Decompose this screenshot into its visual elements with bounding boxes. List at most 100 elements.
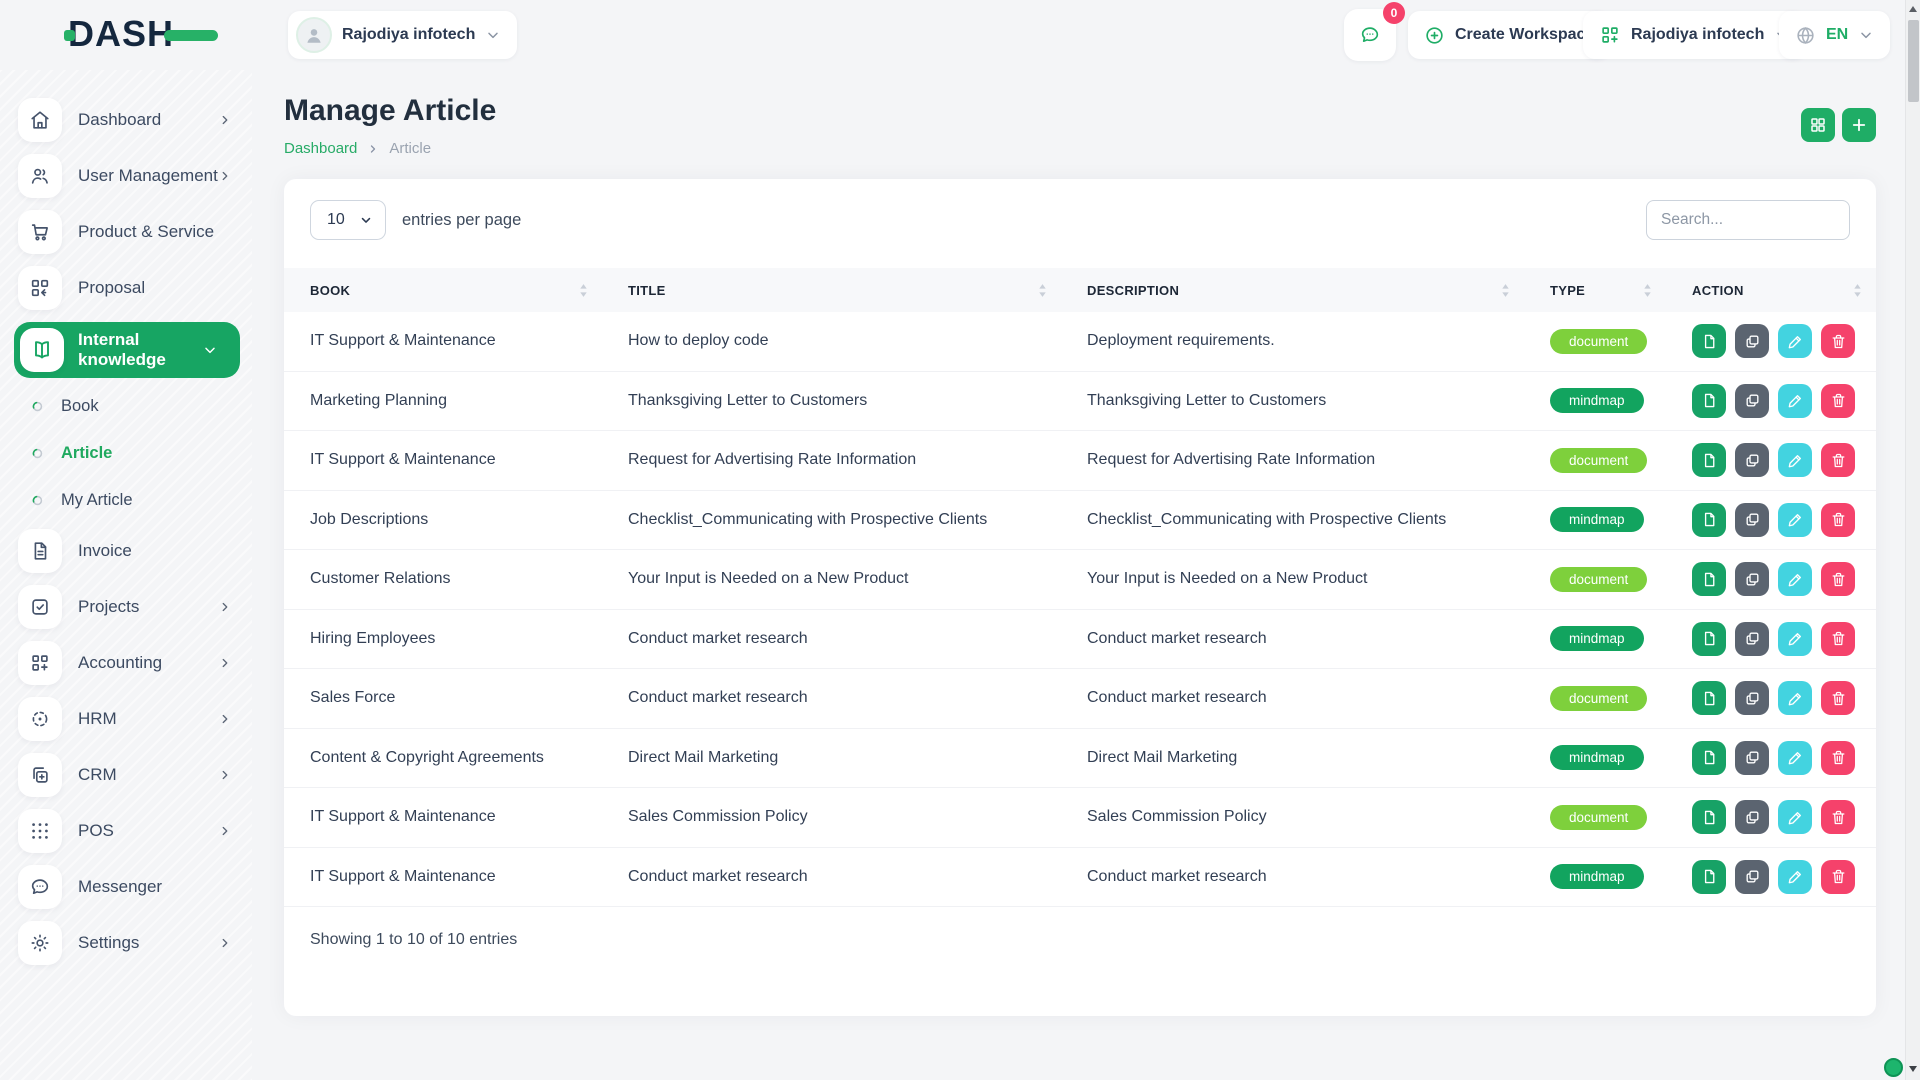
duplicate-button[interactable]: [1735, 859, 1769, 894]
column-header-book[interactable]: BOOK: [284, 283, 602, 298]
messages-button[interactable]: 0: [1344, 2, 1405, 61]
cell-actions: [1666, 383, 1876, 418]
delete-button[interactable]: [1821, 800, 1855, 835]
cell-description: Request for Advertising Rate Information: [1087, 451, 1376, 469]
open-button[interactable]: [1692, 681, 1726, 716]
sidebar-item-label: Invoice: [78, 541, 132, 560]
sidebar-item-internal-knowledge[interactable]: Internal knowledge: [14, 322, 240, 378]
edit-button[interactable]: [1778, 859, 1812, 894]
delete-button[interactable]: [1821, 383, 1855, 418]
sidebar-item-user-management[interactable]: User Management: [18, 154, 240, 198]
delete-button[interactable]: [1821, 324, 1855, 359]
create-workspace-button[interactable]: Create Workspace: [1408, 11, 1611, 59]
entries-per-page-select[interactable]: 10: [310, 200, 386, 240]
delete-button[interactable]: [1821, 859, 1855, 894]
chat-icon: [18, 865, 62, 909]
sidebar-item-settings[interactable]: Settings: [18, 921, 240, 965]
delete-button[interactable]: [1821, 562, 1855, 597]
duplicate-button[interactable]: [1735, 502, 1769, 537]
type-badge: mindmap: [1550, 745, 1644, 771]
open-button[interactable]: [1692, 324, 1726, 359]
sidebar-item-proposal[interactable]: Proposal: [18, 266, 240, 310]
cart-icon: [18, 210, 62, 254]
duplicate-button[interactable]: [1735, 621, 1769, 656]
delete-button[interactable]: [1821, 443, 1855, 478]
edit-button[interactable]: [1778, 562, 1812, 597]
language-label: EN: [1826, 26, 1849, 43]
sidebar-item-dashboard[interactable]: Dashboard: [18, 98, 240, 142]
cell-description: Direct Mail Marketing: [1087, 748, 1238, 766]
cell-type: mindmap: [1524, 626, 1666, 652]
scroll-up-arrow[interactable]: [1909, 6, 1917, 12]
edit-button[interactable]: [1778, 383, 1812, 418]
copy-doc-icon: [18, 753, 62, 797]
sidebar-subitem-article[interactable]: Article: [32, 435, 240, 471]
sidebar-item-crm[interactable]: CRM: [18, 753, 240, 797]
delete-button[interactable]: [1821, 681, 1855, 716]
sidebar-subitem-my-article[interactable]: My Article: [32, 482, 240, 518]
search-input[interactable]: [1646, 200, 1850, 240]
sidebar-item-label: Accounting: [78, 653, 163, 672]
pencil-icon: [1787, 868, 1804, 885]
chevron-right-icon: [218, 936, 232, 950]
page-scrollbar[interactable]: [1905, 0, 1920, 1080]
file-icon: [1701, 571, 1718, 588]
company-menu[interactable]: Rajodiya infotech: [1583, 11, 1807, 59]
sidebar-item-accounting[interactable]: Accounting: [18, 641, 240, 685]
open-button[interactable]: [1692, 502, 1726, 537]
duplicate-button[interactable]: [1735, 443, 1769, 478]
sidebar-subitem-book[interactable]: Book: [32, 388, 240, 424]
column-header-description[interactable]: DESCRIPTION: [1061, 283, 1524, 298]
column-header-type[interactable]: TYPE: [1524, 283, 1666, 298]
table-row: Content & Copyright Agreements Direct Mai…: [284, 729, 1876, 788]
open-button[interactable]: [1692, 621, 1726, 656]
duplicate-button[interactable]: [1735, 562, 1769, 597]
delete-button[interactable]: [1821, 740, 1855, 775]
scroll-down-arrow[interactable]: [1909, 1066, 1917, 1072]
sidebar-item-hrm[interactable]: HRM: [18, 697, 240, 741]
edit-button[interactable]: [1778, 502, 1812, 537]
duplicate-button[interactable]: [1735, 681, 1769, 716]
sidebar-item-product-service[interactable]: Product & Service: [18, 210, 240, 254]
duplicate-button[interactable]: [1735, 383, 1769, 418]
delete-button[interactable]: [1821, 621, 1855, 656]
pencil-icon: [1787, 749, 1804, 766]
duplicate-button[interactable]: [1735, 800, 1769, 835]
open-button[interactable]: [1692, 740, 1726, 775]
language-selector[interactable]: EN: [1779, 11, 1891, 59]
delete-button[interactable]: [1821, 502, 1855, 537]
main-content: Manage Article Dashboard Article 10 entr…: [284, 70, 1876, 1016]
grid-view-button[interactable]: [1801, 108, 1835, 142]
sidebar-item-label: Dashboard: [78, 110, 162, 129]
add-article-button[interactable]: [1842, 108, 1876, 142]
trash-icon: [1830, 868, 1847, 885]
sidebar-item-projects[interactable]: Projects: [18, 585, 240, 629]
edit-button[interactable]: [1778, 443, 1812, 478]
sidebar-item-invoice[interactable]: Invoice: [18, 529, 240, 573]
breadcrumb-dashboard-link[interactable]: Dashboard: [284, 140, 357, 157]
edit-button[interactable]: [1778, 740, 1812, 775]
duplicate-button[interactable]: [1735, 324, 1769, 359]
open-button[interactable]: [1692, 383, 1726, 418]
scrollbar-thumb[interactable]: [1908, 20, 1919, 102]
sidebar-item-pos[interactable]: POS: [18, 809, 240, 853]
column-header-title[interactable]: TITLE: [602, 283, 1061, 298]
edit-button[interactable]: [1778, 621, 1812, 656]
workspace-selector[interactable]: Rajodiya infotech: [288, 11, 518, 59]
column-header-action[interactable]: ACTION: [1666, 283, 1876, 298]
pencil-icon: [1787, 690, 1804, 707]
floating-corner-widget[interactable]: [1884, 1058, 1903, 1077]
sidebar: Dashboard User Management Product & Servic…: [0, 70, 252, 1080]
sidebar-item-messenger[interactable]: Messenger: [18, 865, 240, 909]
table-row: Hiring Employees Conduct market research C…: [284, 610, 1876, 669]
open-button[interactable]: [1692, 800, 1726, 835]
open-button[interactable]: [1692, 562, 1726, 597]
edit-button[interactable]: [1778, 324, 1812, 359]
open-button[interactable]: [1692, 443, 1726, 478]
app-logo[interactable]: DASH: [64, 16, 219, 52]
duplicate-button[interactable]: [1735, 740, 1769, 775]
open-button[interactable]: [1692, 859, 1726, 894]
edit-button[interactable]: [1778, 800, 1812, 835]
edit-button[interactable]: [1778, 681, 1812, 716]
trash-icon: [1830, 690, 1847, 707]
